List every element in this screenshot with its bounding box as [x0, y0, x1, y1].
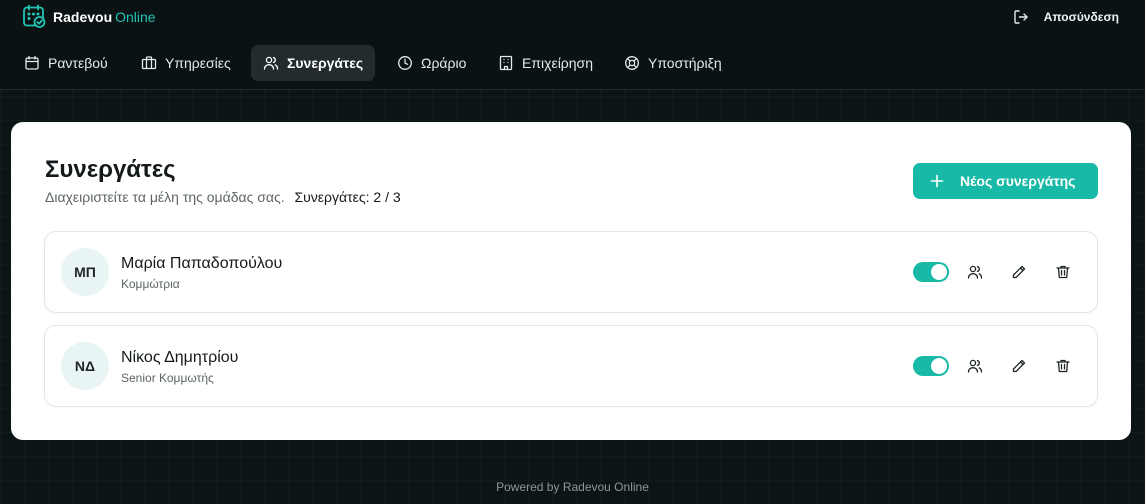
users-icon: [967, 359, 983, 373]
nav-item-business[interactable]: Επιχείρηση: [486, 45, 605, 81]
main-nav: Ραντεβού Υπηρεσίες Συνεργάτες Ωράριο Επι…: [0, 34, 1145, 90]
nav-item-label: Ωράριο: [421, 55, 467, 71]
clock-icon: [398, 56, 412, 70]
partner-count: Συνεργάτες: 2 / 3: [294, 189, 401, 205]
building-icon: [499, 55, 513, 71]
new-partner-button[interactable]: Νέος συνεργάτης: [913, 163, 1098, 199]
partner-name: Νίκος Δημητρίου: [121, 349, 239, 366]
toggle-knob: [931, 358, 947, 374]
users-icon: [967, 265, 983, 279]
delete-button[interactable]: [1053, 356, 1073, 376]
nav-item-label: Ραντεβού: [48, 55, 108, 71]
avatar: ΝΔ: [61, 342, 109, 390]
brand-name: Radevou: [53, 8, 113, 25]
top-bar: Radevou Online Αποσύνδεση: [0, 0, 1145, 34]
nav-item-label: Συνεργάτες: [287, 55, 364, 71]
trash-icon: [1056, 359, 1070, 373]
active-toggle[interactable]: [913, 262, 949, 282]
partner-row: ΜΠ Μαρία Παπαδοπούλου Κομμώτρια: [44, 231, 1098, 313]
page-title: Συνεργάτες: [45, 156, 176, 183]
new-partner-label: Νέος συνεργάτης: [960, 173, 1076, 189]
calendar-check-logo-icon: [23, 4, 46, 28]
logout-icon: [1014, 10, 1028, 24]
logout-button[interactable]: Αποσύνδεση: [1013, 9, 1119, 25]
page-subtitle: Διαχειριστείτε τα μέλη της ομάδας σας. Σ…: [45, 189, 401, 205]
avatar: ΜΠ: [61, 248, 109, 296]
nav-item-partners[interactable]: Συνεργάτες: [251, 45, 376, 81]
logout-label: Αποσύνδεση: [1043, 10, 1119, 24]
partners-card: Συνεργάτες Διαχειριστείτε τα μέλη της ομ…: [11, 122, 1131, 440]
nav-item-schedule[interactable]: Ωράριο: [385, 45, 478, 81]
nav-item-label: Υποστήριξη: [648, 55, 722, 71]
nav-item-label: Υπηρεσίες: [165, 55, 231, 71]
nav-item-services[interactable]: Υπηρεσίες: [129, 45, 243, 81]
plus-icon: [930, 174, 944, 188]
users-icon: [263, 56, 279, 70]
edit-button[interactable]: [1009, 356, 1029, 376]
nav-item-appointments[interactable]: Ραντεβού: [12, 45, 120, 81]
trash-icon: [1056, 265, 1070, 279]
partner-name: Μαρία Παπαδοπούλου: [121, 255, 283, 272]
partner-row: ΝΔ Νίκος Δημητρίου Senior Κομμωτής: [44, 325, 1098, 407]
lifebuoy-icon: [625, 56, 639, 70]
brand[interactable]: Radevou Online: [22, 4, 156, 29]
briefcase-icon: [141, 56, 157, 70]
page-description: Διαχειριστείτε τα μέλη της ομάδας σας.: [45, 189, 285, 205]
delete-button[interactable]: [1053, 262, 1073, 282]
nav-item-label: Επιχείρηση: [522, 55, 593, 71]
footer-text: Powered by Radevou Online: [496, 480, 649, 494]
pencil-icon: [1012, 265, 1026, 279]
brand-accent: Online: [115, 8, 156, 25]
pencil-icon: [1012, 359, 1026, 373]
manage-services-button[interactable]: [965, 356, 985, 376]
partner-role: Senior Κομμωτής: [121, 371, 214, 385]
manage-services-button[interactable]: [965, 262, 985, 282]
calendar-icon: [25, 55, 39, 70]
partner-role: Κομμώτρια: [121, 277, 180, 291]
active-toggle[interactable]: [913, 356, 949, 376]
edit-button[interactable]: [1009, 262, 1029, 282]
toggle-knob: [931, 264, 947, 280]
nav-item-support[interactable]: Υποστήριξη: [612, 45, 734, 81]
